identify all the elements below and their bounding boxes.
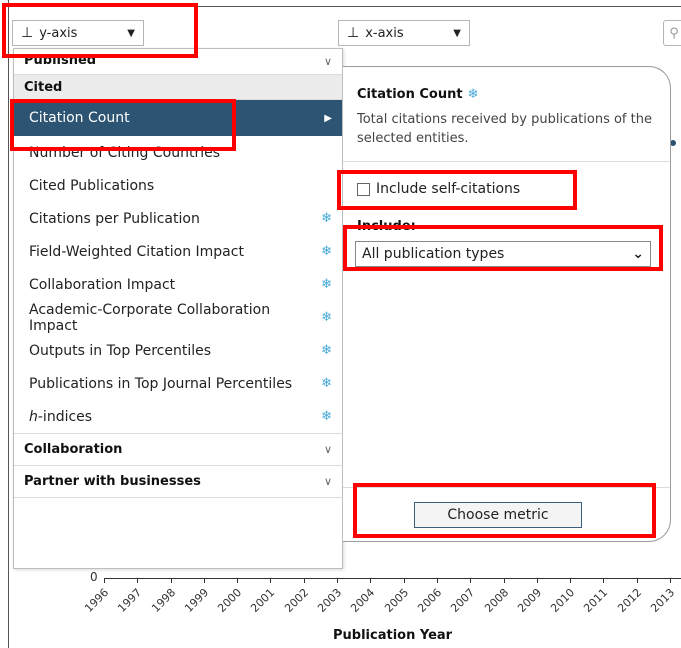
chart-frame-left xyxy=(8,0,9,648)
cited-metric-list: Citation Count ▶ Number of Citing Countr… xyxy=(14,100,342,434)
arrow-right-icon: ▶ xyxy=(324,112,332,124)
chart-x-axis: 0 1996 1997 1998 1999 2000 2001 2002 2003 2004 20… xyxy=(82,570,681,648)
x-axis-tick xyxy=(470,578,471,583)
x-axis-tick xyxy=(337,578,338,583)
x-axis-tick-label: 2009 xyxy=(515,586,545,615)
y-axis-icon: ⊥ xyxy=(21,25,34,41)
x-axis-icon: ⊥ xyxy=(347,25,360,41)
self-citations-checkbox[interactable] xyxy=(357,182,370,196)
x-axis-ticks: 1996 1997 1998 1999 2000 2001 2002 2003 2004 2005… xyxy=(82,578,681,615)
chevron-down-icon: ∨ xyxy=(323,475,332,488)
chevron-down-icon: ∨ xyxy=(323,443,332,456)
x-axis-tick-label: 2013 xyxy=(648,586,678,615)
metric-item-h-indices[interactable]: h-indices ❄ xyxy=(14,400,342,433)
x-axis-tick-label: 2005 xyxy=(382,586,412,615)
x-axis-tick-label: 2006 xyxy=(415,586,445,615)
x-axis-tick-label: 1996 xyxy=(82,586,112,615)
publication-type-value: All publication types xyxy=(362,246,505,262)
chart-frame-top xyxy=(8,6,681,7)
x-axis-tick xyxy=(670,578,671,583)
snowball-icon: ❄ xyxy=(321,376,332,391)
x-axis-tick xyxy=(637,578,638,583)
choose-metric-button[interactable]: Choose metric xyxy=(414,502,582,528)
x-axis-tick xyxy=(404,578,405,583)
panel-description: Total citations received by publications… xyxy=(357,112,652,146)
x-axis-tick-label: 2004 xyxy=(348,586,378,615)
metric-item-top-percentiles[interactable]: Outputs in Top Percentiles ❄ xyxy=(14,334,342,367)
category-cited[interactable]: Cited xyxy=(14,75,342,100)
h-indices-rest: -indices xyxy=(37,408,93,425)
dropdown-arrow-icon: ▼ xyxy=(127,27,135,39)
metric-item-citation-count[interactable]: Citation Count ▶ xyxy=(14,100,342,136)
x-axis-tick-label: 2008 xyxy=(482,586,512,615)
category-partner-with-businesses[interactable]: Partner with businesses ∨ xyxy=(14,466,342,498)
x-axis-tick-label: 2012 xyxy=(615,586,645,615)
snowball-icon: ❄ xyxy=(321,211,332,226)
x-axis-tick-label: 2001 xyxy=(248,586,278,615)
x-axis-tick xyxy=(104,578,105,583)
x-axis-tick-label: 2010 xyxy=(548,586,578,615)
x-axis-tick-label: 2002 xyxy=(282,586,312,615)
x-axis-title: Publication Year xyxy=(333,628,453,643)
snowball-icon: ❄ xyxy=(321,277,332,292)
y-axis-label: y-axis xyxy=(39,25,78,41)
x-axis-tick xyxy=(304,578,305,583)
x-axis-tick xyxy=(370,578,371,583)
self-citations-label: Include self-citations xyxy=(376,181,521,197)
chevron-down-icon: ⌄ xyxy=(632,246,644,262)
x-axis-tick xyxy=(171,578,172,583)
x-axis-tick xyxy=(570,578,571,583)
metric-menu: Published ∨ Cited Citation Count ▶ Numbe… xyxy=(13,48,343,569)
x-axis-tick-label: 2003 xyxy=(315,586,345,615)
metric-item-top-journal-percentiles[interactable]: Publications in Top Journal Percentiles … xyxy=(14,367,342,400)
x-axis-tick-label: 1999 xyxy=(182,586,212,615)
x-axis-tick xyxy=(270,578,271,583)
metric-item-citing-countries[interactable]: Number of Citing Countries xyxy=(14,136,342,169)
category-published[interactable]: Published ∨ xyxy=(14,49,342,75)
metric-item-collaboration-impact[interactable]: Collaboration Impact ❄ xyxy=(14,268,342,301)
y-axis-zero-label: 0 xyxy=(90,570,98,584)
publication-type-select[interactable]: All publication types ⌄ xyxy=(355,241,651,267)
panel-title: Citation Count ❄ xyxy=(357,87,479,102)
snowball-icon: ❄ xyxy=(321,244,332,259)
snowball-icon: ❄ xyxy=(321,343,332,358)
x-axis-tick-label: 2007 xyxy=(448,586,478,615)
panel-divider xyxy=(343,487,670,488)
metric-item-cited-publications[interactable]: Cited Publications xyxy=(14,169,342,202)
panel-header: Citation Count ❄ Total citations receive… xyxy=(343,67,670,162)
snowball-icon: ❄ xyxy=(467,87,479,102)
x-axis-tick xyxy=(204,578,205,583)
x-axis-tick xyxy=(437,578,438,583)
chevron-down-icon: ∨ xyxy=(323,55,332,68)
y-axis-dropdown[interactable]: ⊥ y-axis ▼ xyxy=(12,20,144,46)
x-axis-tick xyxy=(603,578,604,583)
metric-item-academic-corporate[interactable]: Academic-Corporate Collaboration Impact … xyxy=(14,301,342,334)
include-label: Include: xyxy=(357,219,416,234)
x-axis-dropdown[interactable]: ⊥ x-axis ▼ xyxy=(338,20,470,46)
metric-item-citations-per-publication[interactable]: Citations per Publication ❄ xyxy=(14,202,342,235)
x-axis-tick-label: 1998 xyxy=(149,586,179,615)
x-axis-tick xyxy=(537,578,538,583)
x-axis-tick xyxy=(237,578,238,583)
link-icon[interactable]: ⚲ xyxy=(663,20,681,46)
snowball-icon: ❄ xyxy=(321,409,332,424)
self-citations-option[interactable]: Include self-citations xyxy=(357,181,520,197)
dropdown-arrow-icon: ▼ xyxy=(453,27,461,39)
snowball-icon: ❄ xyxy=(321,310,332,325)
x-axis-tick-label: 2011 xyxy=(581,586,611,615)
x-axis-tick xyxy=(137,578,138,583)
x-axis-tick xyxy=(504,578,505,583)
x-axis-tick-label: 2000 xyxy=(215,586,245,615)
h-italic: h xyxy=(29,408,38,425)
category-collaboration[interactable]: Collaboration ∨ xyxy=(14,434,342,466)
metric-detail-panel: Citation Count ❄ Total citations receive… xyxy=(343,66,671,542)
x-axis-tick-label: 1997 xyxy=(115,586,145,615)
x-axis-label: x-axis xyxy=(365,25,404,41)
metric-item-fwci[interactable]: Field-Weighted Citation Impact ❄ xyxy=(14,235,342,268)
